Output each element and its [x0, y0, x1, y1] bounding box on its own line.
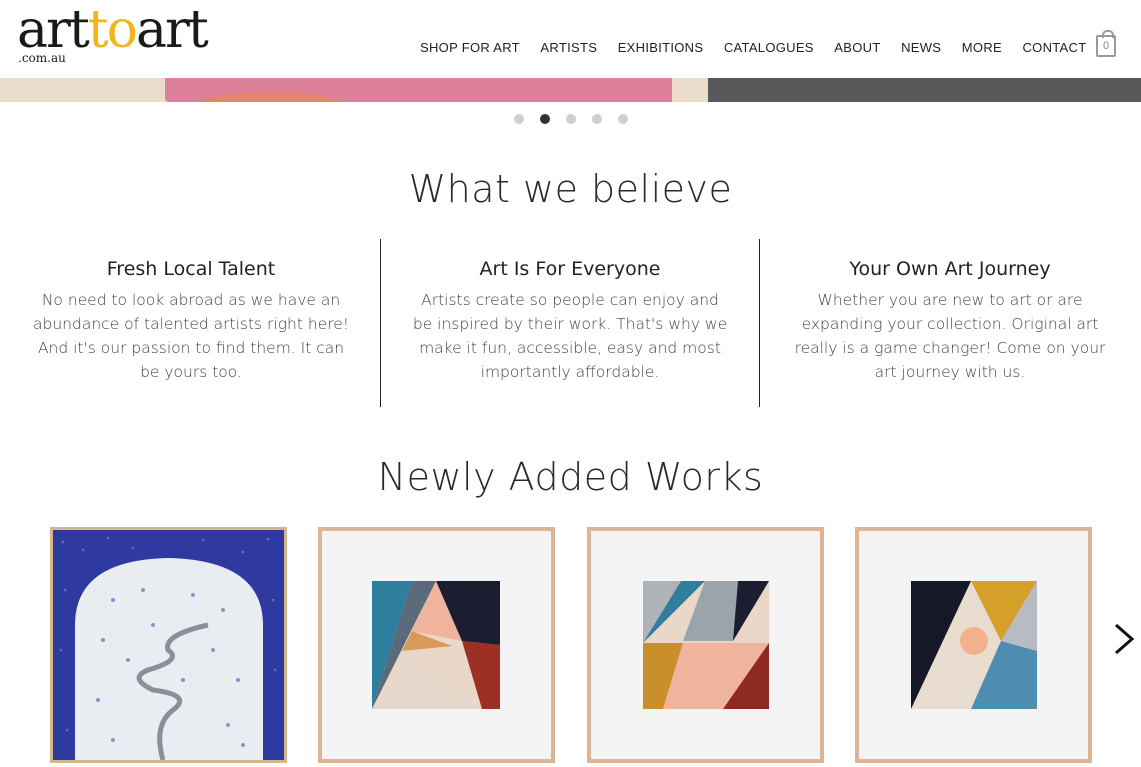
slider-dot-3[interactable] — [566, 114, 576, 124]
artwork-image — [53, 530, 284, 760]
main-nav: SHOP FOR ART ARTISTS EXHIBITIONS CATALOG… — [420, 40, 1107, 55]
artwork-card-2[interactable] — [318, 527, 555, 763]
slider-dot-2[interactable] — [540, 114, 550, 124]
logo-part-2: to — [87, 0, 138, 60]
slider-dot-4[interactable] — [592, 114, 602, 124]
nav-shop-for-art[interactable]: SHOP FOR ART — [420, 40, 520, 55]
nav-more[interactable]: MORE — [962, 40, 1002, 55]
hero-segment-beige-2 — [672, 78, 708, 102]
nav-about[interactable]: ABOUT — [834, 40, 880, 55]
slider-dot-1[interactable] — [514, 114, 524, 124]
hero-segment-grey — [708, 78, 1141, 102]
believe-column-text: Whether you are new to art or are expand… — [794, 291, 1106, 381]
artwork-image — [322, 531, 551, 759]
artwork-image — [591, 531, 820, 759]
artwork-card-1[interactable] — [50, 527, 287, 763]
believe-column-text: Artists create so people can enjoy and b… — [412, 291, 728, 381]
artwork-image — [859, 531, 1088, 759]
nav-news[interactable]: NEWS — [901, 40, 941, 55]
artwork-card-3[interactable] — [587, 527, 824, 763]
chevron-right-icon[interactable] — [1110, 622, 1138, 656]
believe-column-heading: Your Own Art Journey — [849, 258, 1051, 280]
believe-column-heading: Art Is For Everyone — [479, 258, 661, 280]
believe-column-3: Your Own Art Journey Whether you are new… — [790, 258, 1110, 384]
logo-part-3: art — [135, 0, 209, 60]
artwork-card-4[interactable] — [855, 527, 1092, 763]
believe-heading: What we believe — [408, 167, 733, 211]
cart-count: 0 — [1102, 40, 1110, 52]
believe-column-heading: Fresh Local Talent — [106, 258, 276, 280]
believe-column-2: Art Is For Everyone Artists create so pe… — [410, 258, 730, 384]
nav-artists[interactable]: ARTISTS — [540, 40, 597, 55]
believe-column-1: Fresh Local Talent No need to look abroa… — [31, 258, 351, 384]
works-heading: Newly Added Works — [377, 455, 764, 499]
believe-column-text: No need to look abroad as we have an abu… — [33, 291, 349, 381]
column-divider — [759, 239, 760, 407]
slider-pagination — [514, 114, 628, 124]
site-header: arttoart .com.au SHOP FOR ART ARTISTS EX… — [0, 0, 1141, 78]
slider-dot-5[interactable] — [618, 114, 628, 124]
nav-exhibitions[interactable]: EXHIBITIONS — [618, 40, 704, 55]
shopping-bag-icon[interactable]: 0 — [1096, 30, 1116, 57]
hero-segment-beige — [0, 78, 170, 102]
nav-catalogues[interactable]: CATALOGUES — [724, 40, 814, 55]
logo-domain: .com.au — [18, 51, 66, 65]
nav-contact[interactable]: CONTACT — [1022, 40, 1086, 55]
column-divider — [380, 239, 381, 407]
site-logo[interactable]: arttoart .com.au — [17, 0, 209, 65]
hero-slide-image[interactable] — [0, 78, 1141, 102]
